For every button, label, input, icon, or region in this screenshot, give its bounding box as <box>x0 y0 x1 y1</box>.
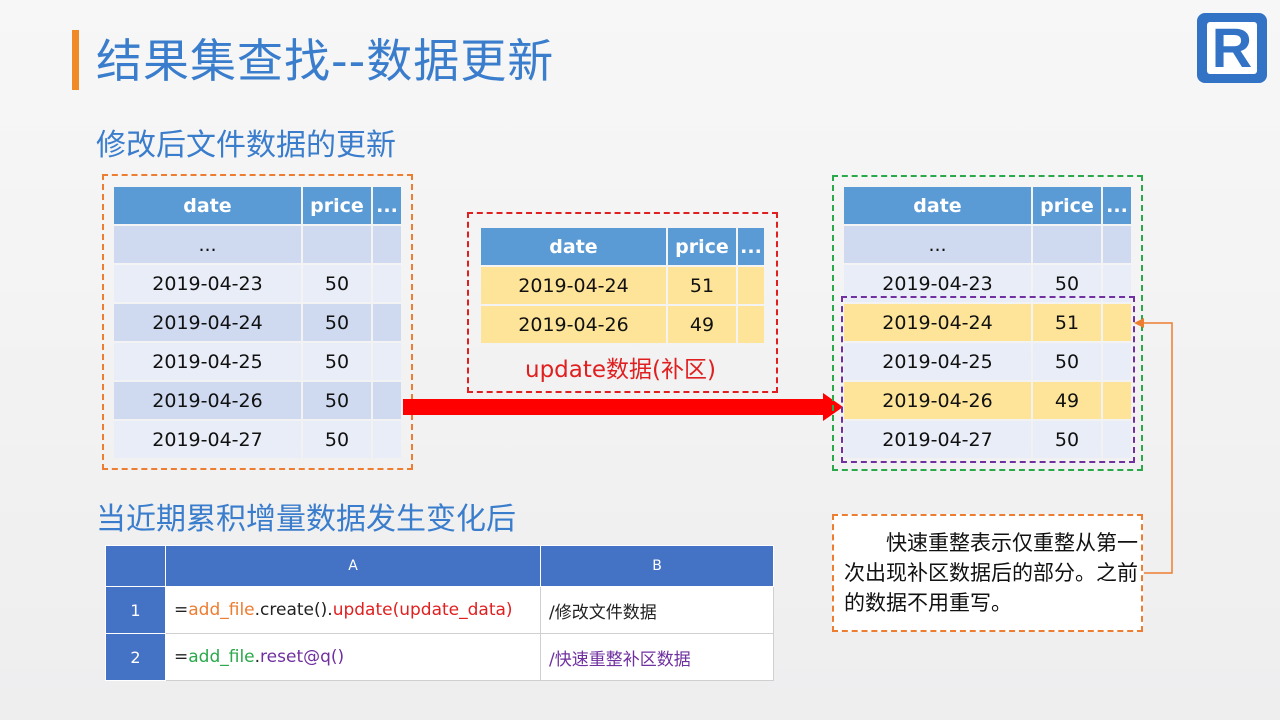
cell: 49 <box>668 306 736 343</box>
code-method: .create(). <box>254 600 333 620</box>
logo-inner: R <box>1207 16 1257 79</box>
table-row: ... <box>114 226 401 263</box>
code-grid: A B 1 =add_file.create().update(update_d… <box>105 545 774 681</box>
code-variable: add_file <box>188 647 255 667</box>
cell: 50 <box>303 382 371 419</box>
header-cell: ... <box>1103 187 1131 224</box>
arrow-shaft <box>403 399 823 415</box>
grid-corner-cell <box>105 545 166 587</box>
table-row: ... <box>844 226 1131 263</box>
header-cell: date <box>481 228 666 265</box>
code-eq: = <box>174 647 189 667</box>
cell: 2019-04-23 <box>114 265 301 302</box>
cell <box>303 226 371 263</box>
row-number[interactable]: 2 <box>105 633 166 681</box>
cell: 51 <box>668 267 736 304</box>
table-row: 2019-04-23 50 <box>114 265 401 302</box>
code-call: update(update_data) <box>332 600 513 620</box>
title-accent-bar <box>72 30 79 90</box>
code-eq: = <box>174 600 189 620</box>
cell: 2019-04-25 <box>114 343 301 380</box>
table-row: 2019-04-25 50 <box>114 343 401 380</box>
header-cell: date <box>844 187 1031 224</box>
section-heading-incremental: 当近期累积增量数据发生变化后 <box>96 502 516 537</box>
logo-letter: R <box>1211 16 1253 79</box>
cell <box>1103 226 1131 263</box>
table-row: 2019-04-27 50 <box>114 421 401 458</box>
cell: 50 <box>303 304 371 341</box>
table-header-row: date price ... <box>114 187 401 224</box>
header-cell: price <box>1033 187 1101 224</box>
code-cell-b2[interactable]: /快速重整补区数据 <box>540 633 774 681</box>
cell <box>738 267 764 304</box>
cell <box>1033 226 1101 263</box>
cell: 2019-04-24 <box>114 304 301 341</box>
column-header-a[interactable]: A <box>165 545 541 587</box>
cell <box>373 382 401 419</box>
header-cell: date <box>114 187 301 224</box>
cell <box>373 265 401 302</box>
table-row: 2019-04-26 50 <box>114 382 401 419</box>
code-call: reset@q() <box>260 647 345 667</box>
cell: 2019-04-26 <box>481 306 666 343</box>
section-heading-file-update: 修改后文件数据的更新 <box>96 128 396 163</box>
column-header-b[interactable]: B <box>540 545 774 587</box>
row-number[interactable]: 1 <box>105 586 166 634</box>
connector-arrowhead <box>1134 318 1144 328</box>
cell: ... <box>844 226 1031 263</box>
table-header-row: date price ... <box>481 228 764 265</box>
red-arrow-icon <box>403 393 843 421</box>
grid-row: 1 =add_file.create().update(update_data)… <box>105 586 774 634</box>
cell <box>738 306 764 343</box>
cell: 2019-04-27 <box>114 421 301 458</box>
table-row: 2019-04-24 50 <box>114 304 401 341</box>
header-cell: price <box>668 228 736 265</box>
cell: 50 <box>303 343 371 380</box>
original-data-table: date price ... ... 2019-04-23 50 2019-04-… <box>112 185 403 460</box>
page-title: 结果集查找--数据更新 <box>96 34 555 88</box>
cell: 50 <box>303 265 371 302</box>
code-cell-a2[interactable]: =add_file.reset@q() <box>165 633 541 681</box>
update-data-caption: update数据(补区) <box>525 357 716 383</box>
header-cell: ... <box>373 187 401 224</box>
note-box: 快速重整表示仅重整从第一次出现补区数据后的部分。之前的数据不用重写。 <box>832 514 1143 632</box>
cell <box>373 226 401 263</box>
patch-region-frame <box>841 296 1135 463</box>
cell <box>373 343 401 380</box>
table-row: 2019-04-26 49 <box>481 306 764 343</box>
logo: R <box>1197 13 1267 83</box>
header-cell: ... <box>738 228 764 265</box>
cell <box>373 304 401 341</box>
header-cell: price <box>303 187 371 224</box>
cell: 2019-04-24 <box>481 267 666 304</box>
connector-line <box>1142 322 1173 574</box>
grid-row: 2 =add_file.reset@q() /快速重整补区数据 <box>105 633 774 681</box>
cell <box>373 421 401 458</box>
table-header-row: date price ... <box>844 187 1131 224</box>
cell: ... <box>114 226 301 263</box>
cell: 50 <box>303 421 371 458</box>
table-row: 2019-04-24 51 <box>481 267 764 304</box>
code-cell-a1[interactable]: =add_file.create().update(update_data) <box>165 586 541 634</box>
note-text: 快速重整表示仅重整从第一次出现补区数据后的部分。之前的数据不用重写。 <box>844 531 1138 615</box>
grid-header-row: A B <box>105 545 774 587</box>
code-variable: add_file <box>188 600 255 620</box>
update-data-table: date price ... 2019-04-24 51 2019-04-26 49 <box>479 226 766 345</box>
code-cell-b1[interactable]: /修改文件数据 <box>540 586 774 634</box>
cell: 2019-04-26 <box>114 382 301 419</box>
